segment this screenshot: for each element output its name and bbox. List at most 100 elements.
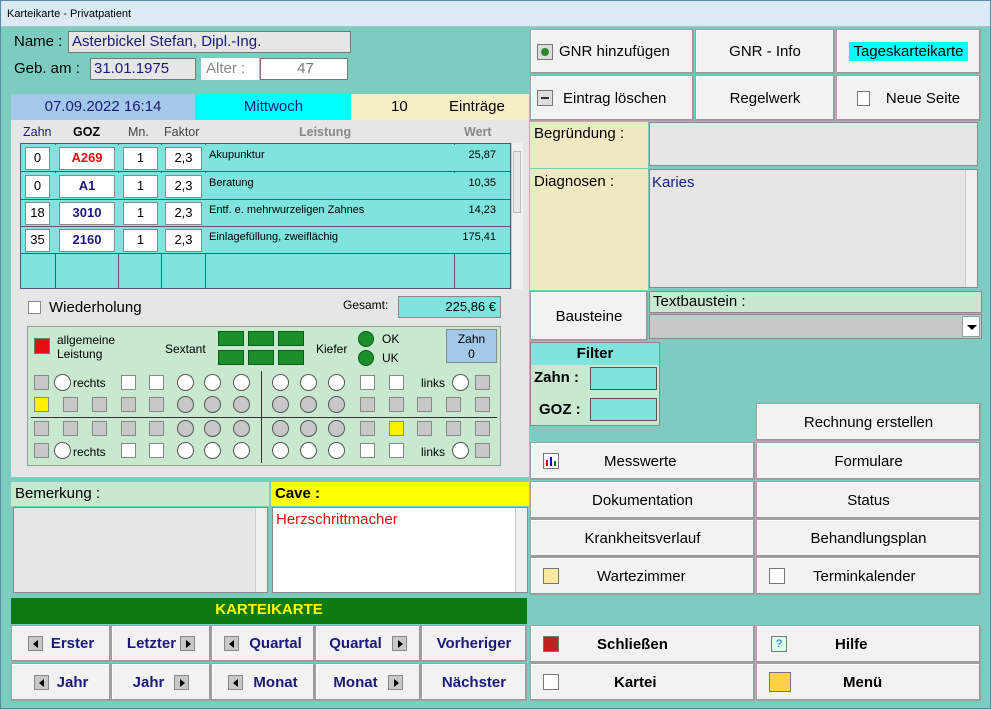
tooth-circle[interactable]	[328, 442, 345, 459]
cave-scrollbar[interactable]	[515, 508, 527, 592]
name-field[interactable]: Asterbickel Stefan, Dipl.-Ing.	[68, 31, 351, 53]
row-faktor[interactable]: 2,3	[165, 175, 202, 198]
row-zahn[interactable]: 0	[25, 175, 50, 198]
hilfe-button[interactable]: ? Hilfe	[756, 625, 981, 663]
row-faktor[interactable]: 2,3	[165, 202, 202, 225]
tooth-checkbox[interactable]	[417, 397, 432, 412]
tooth-checkbox[interactable]	[360, 443, 375, 458]
tooth-checkbox[interactable]	[389, 443, 404, 458]
row-mn[interactable]: 1	[123, 229, 158, 252]
tooth-checkbox[interactable]	[446, 421, 461, 436]
rechnung-erstellen-button[interactable]: Rechnung erstellen	[756, 403, 981, 441]
tooth-checkbox[interactable]	[149, 421, 164, 436]
tooth-checkbox[interactable]	[389, 397, 404, 412]
row-zahn[interactable]: 0	[25, 147, 50, 170]
tooth-circle[interactable]	[177, 396, 194, 413]
monat-next-button[interactable]: Monat	[315, 663, 421, 701]
tooth-circle[interactable]	[177, 420, 194, 437]
kartei-button[interactable]: Kartei	[530, 663, 755, 701]
row-goz[interactable]: A269	[59, 147, 115, 170]
sextant-button[interactable]	[218, 331, 244, 346]
regelwerk-button[interactable]: Regelwerk	[695, 75, 835, 121]
begruendung-field[interactable]	[649, 122, 978, 166]
age-field[interactable]: 47	[260, 58, 348, 80]
sextant-button[interactable]	[278, 350, 304, 365]
tooth-circle[interactable]	[204, 420, 221, 437]
datetime-field[interactable]: 07.09.2022 16:14	[11, 94, 195, 120]
dob-field[interactable]: 31.01.1975	[90, 58, 196, 80]
tooth-circle[interactable]	[54, 442, 71, 459]
neue-seite-button[interactable]: Neue Seite	[836, 75, 981, 121]
tooth-checkbox[interactable]	[34, 443, 49, 458]
row-faktor[interactable]: 2,3	[165, 147, 202, 170]
messwerte-button[interactable]: Messwerte	[530, 442, 755, 480]
row-mn[interactable]: 1	[123, 147, 158, 170]
tooth-checkbox[interactable]	[121, 421, 136, 436]
tooth-circle[interactable]	[272, 420, 289, 437]
sextant-button[interactable]	[248, 350, 274, 365]
tooth-circle[interactable]	[272, 374, 289, 391]
ok-button[interactable]	[358, 331, 374, 347]
textbaustein-select[interactable]	[649, 314, 982, 339]
tooth-circle[interactable]	[300, 396, 317, 413]
diagnosen-field[interactable]: Karies	[649, 169, 978, 288]
allgemeine-leistung-indicator[interactable]	[34, 338, 50, 354]
quartal-prev-button[interactable]: Quartal	[211, 625, 315, 662]
wiederholung-checkbox[interactable]	[28, 301, 41, 314]
bemerkung-scrollbar[interactable]	[255, 508, 267, 592]
row-faktor[interactable]: 2,3	[165, 229, 202, 252]
eintrag-loeschen-button[interactable]: Eintrag löschen	[530, 75, 694, 121]
sextant-button[interactable]	[248, 331, 274, 346]
tooth-circle[interactable]	[328, 420, 345, 437]
sextant-button[interactable]	[218, 350, 244, 365]
tooth-checkbox[interactable]	[389, 421, 404, 436]
gnr-info-button[interactable]: GNR - Info	[695, 29, 835, 74]
diagnosen-scrollbar[interactable]	[965, 170, 977, 287]
wartezimmer-button[interactable]: Wartezimmer	[530, 557, 755, 595]
tooth-circle[interactable]	[204, 442, 221, 459]
schliessen-button[interactable]: Schließen	[530, 625, 755, 663]
erster-button[interactable]: Erster	[11, 625, 111, 662]
tooth-checkbox[interactable]	[121, 375, 136, 390]
tooth-circle[interactable]	[177, 442, 194, 459]
tooth-checkbox[interactable]	[475, 375, 490, 390]
cave-field[interactable]: Herzschrittmacher	[272, 507, 528, 593]
tooth-checkbox[interactable]	[121, 397, 136, 412]
tooth-circle[interactable]	[177, 374, 194, 391]
monat-prev-button[interactable]: Monat	[211, 663, 315, 701]
tooth-checkbox[interactable]	[63, 421, 78, 436]
tooth-circle[interactable]	[204, 374, 221, 391]
tooth-circle[interactable]	[300, 420, 317, 437]
tooth-circle[interactable]	[452, 442, 469, 459]
tooth-circle[interactable]	[328, 374, 345, 391]
tooth-checkbox[interactable]	[149, 375, 164, 390]
tooth-circle[interactable]	[328, 396, 345, 413]
letzter-button[interactable]: Letzter	[111, 625, 211, 662]
row-mn[interactable]: 1	[123, 175, 158, 198]
tooth-checkbox[interactable]	[34, 397, 49, 412]
bemerkung-field[interactable]	[13, 507, 268, 593]
filter-goz-input[interactable]	[590, 398, 657, 421]
tooth-checkbox[interactable]	[149, 443, 164, 458]
row-goz[interactable]: A1	[59, 175, 115, 198]
vorheriger-button[interactable]: Vorheriger	[421, 625, 527, 662]
gnr-hinzufuegen-button[interactable]: GNR hinzufügen	[530, 29, 694, 74]
tooth-checkbox[interactable]	[360, 421, 375, 436]
krankheitsverlauf-button[interactable]: Krankheitsverlauf	[530, 519, 755, 557]
tooth-circle[interactable]	[233, 442, 250, 459]
uk-button[interactable]	[358, 350, 374, 366]
tooth-checkbox[interactable]	[360, 375, 375, 390]
tooth-circle[interactable]	[452, 374, 469, 391]
formulare-button[interactable]: Formulare	[756, 442, 981, 480]
tooth-circle[interactable]	[300, 442, 317, 459]
filter-zahn-input[interactable]	[590, 367, 657, 390]
status-button[interactable]: Status	[756, 481, 981, 519]
tooth-checkbox[interactable]	[63, 397, 78, 412]
quartal-next-button[interactable]: Quartal	[315, 625, 421, 662]
tooth-checkbox[interactable]	[360, 397, 375, 412]
row-zahn[interactable]: 18	[25, 202, 50, 225]
row-goz[interactable]: 2160	[59, 229, 115, 252]
tooth-checkbox[interactable]	[446, 397, 461, 412]
tooth-circle[interactable]	[233, 396, 250, 413]
tooth-circle[interactable]	[272, 442, 289, 459]
